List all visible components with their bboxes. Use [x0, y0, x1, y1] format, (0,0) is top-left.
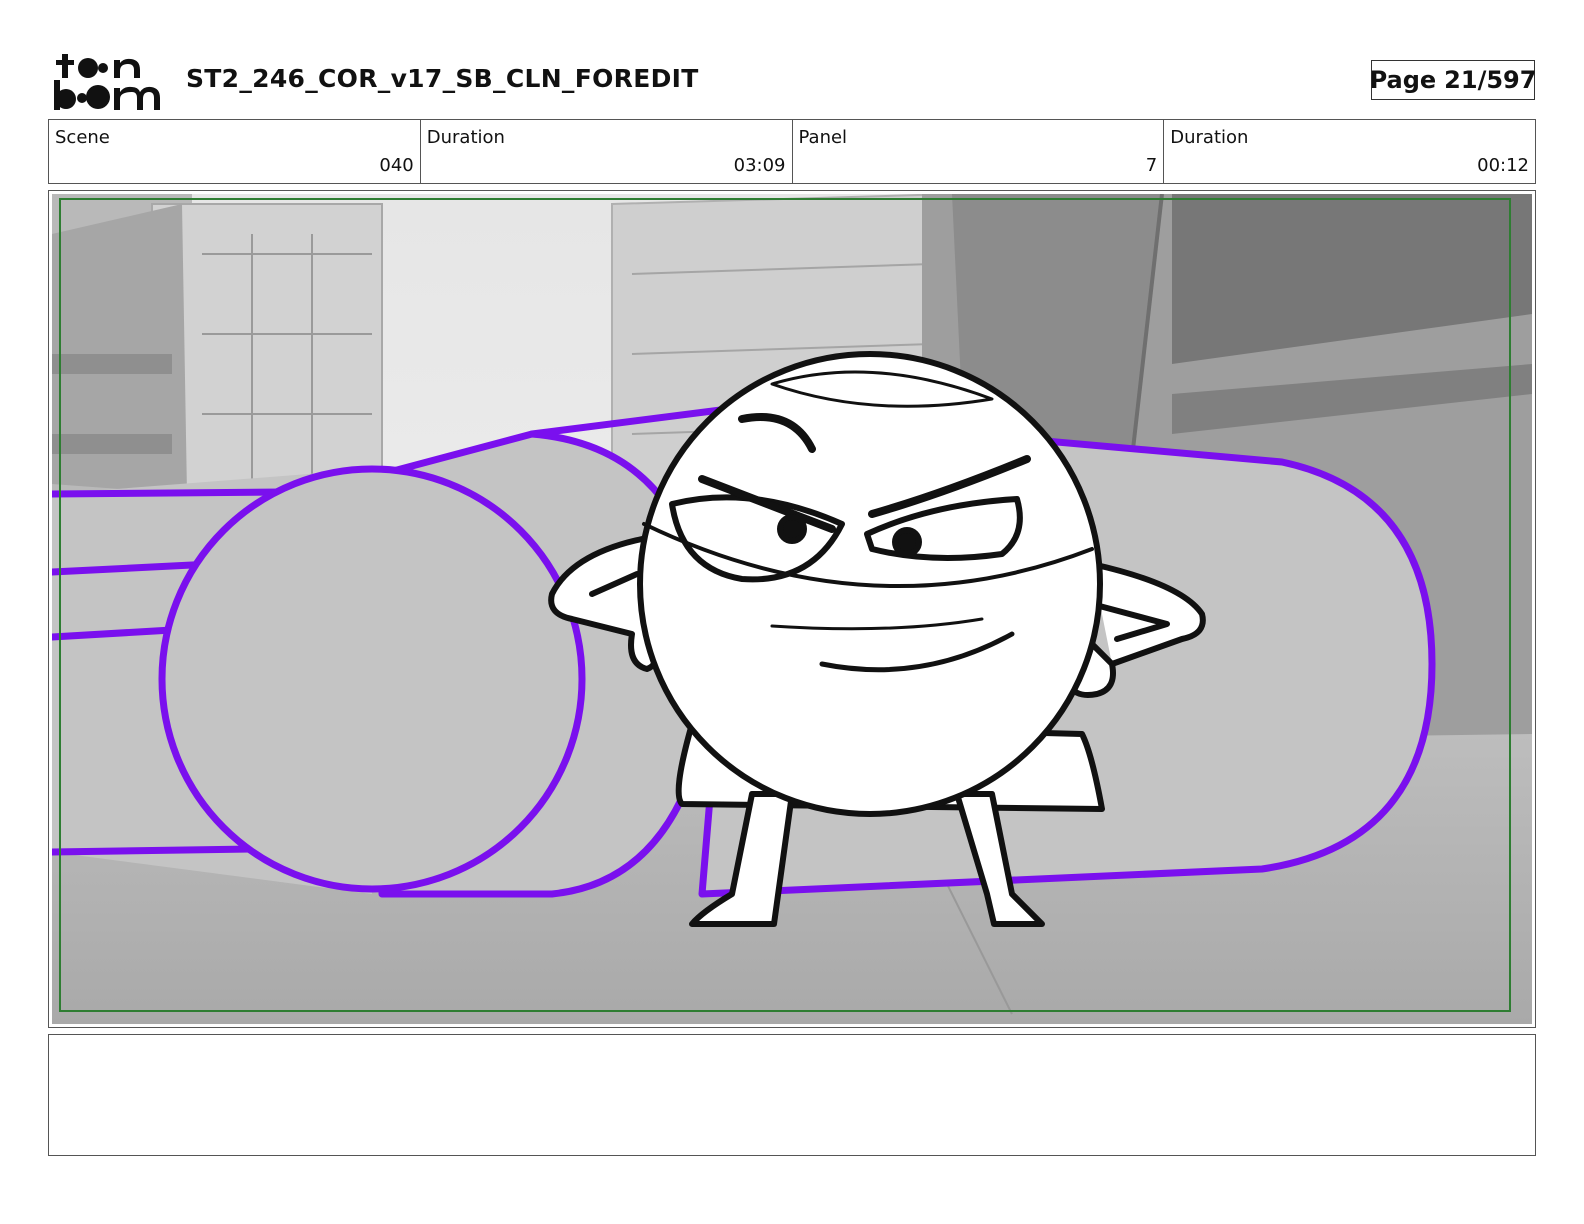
scene-cell: Scene 040	[49, 120, 421, 183]
panel-duration-value: 00:12	[1477, 155, 1529, 176]
panel-duration-label: Duration	[1170, 127, 1249, 148]
scene-duration-cell: Duration 03:09	[421, 120, 793, 183]
scene-info-row: Scene 040 Duration 03:09 Panel 7 Duratio…	[48, 119, 1536, 184]
scene-value: 040	[379, 155, 414, 176]
toonboom-logo	[54, 54, 160, 110]
scene-duration-label: Duration	[426, 127, 505, 148]
page-number: 21/597	[1444, 66, 1537, 94]
scene-label: Scene	[55, 127, 110, 148]
panel-duration-cell: Duration 00:12	[1164, 120, 1535, 183]
page-label: Page	[1369, 66, 1437, 94]
scene-duration-value: 03:09	[733, 155, 786, 176]
panel-cell: Panel 7	[793, 120, 1165, 183]
page-indicator: Page 21/597	[1369, 60, 1537, 100]
storyboard-panel	[48, 190, 1536, 1028]
panel-label: Panel	[798, 127, 848, 148]
document-title: ST2_246_COR_v17_SB_CLN_FOREDIT	[186, 64, 699, 93]
panel-drawing	[52, 194, 1532, 1024]
panel-value: 7	[1145, 155, 1158, 176]
panel-notes-box	[48, 1034, 1536, 1156]
